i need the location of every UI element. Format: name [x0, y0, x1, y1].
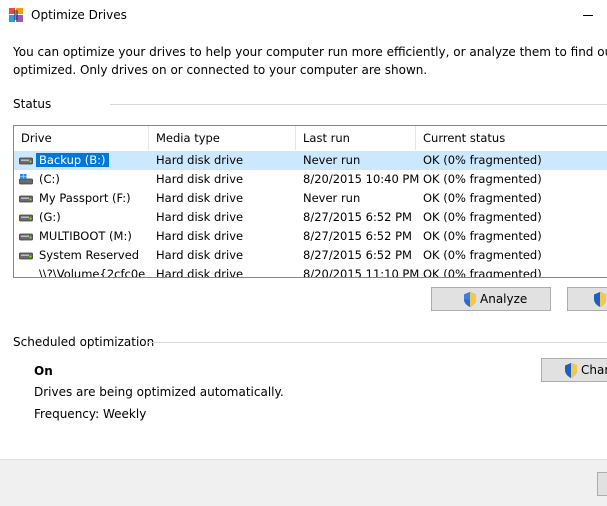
drive-current-status: OK (0% fragmented): [423, 229, 542, 243]
drive-row-system-reserved[interactable]: System Reserved Hard disk drive 8/27/201…: [14, 246, 607, 265]
drive-last-run: Never run: [303, 153, 361, 167]
drive-row-my-passport[interactable]: My Passport (F:) Hard disk drive Never r…: [14, 189, 607, 208]
column-header-last-run[interactable]: Last run: [296, 126, 416, 150]
hard-drive-icon: [19, 195, 33, 203]
hard-drive-icon: [19, 252, 33, 260]
status-label: Status: [13, 97, 52, 111]
intro-line-2: optimized. Only drives on or connected t…: [13, 63, 428, 77]
drive-media-type: Hard disk drive: [156, 172, 244, 186]
intro-text: You can optimize your drives to help you…: [13, 43, 607, 79]
drive-media-type: Hard disk drive: [156, 210, 244, 224]
hard-drive-icon: [19, 233, 33, 241]
drive-current-status: OK (0% fragmented): [423, 267, 542, 278]
drive-name: (G:): [39, 210, 61, 224]
scheduled-optimization-label: Scheduled optimization: [13, 335, 155, 349]
drive-name: (C:): [39, 172, 60, 186]
drive-name: \\?\Volume{2cfc0e: [39, 267, 146, 278]
hard-drive-icon: [19, 157, 33, 165]
uac-shield-icon: [594, 292, 606, 307]
drive-media-type: Hard disk drive: [156, 267, 244, 278]
drive-last-run: 8/27/2015 6:52 PM: [303, 229, 412, 243]
drive-current-status: OK (0% fragmented): [423, 153, 542, 167]
drive-name: MULTIBOOT (M:): [39, 229, 132, 243]
column-header-current-status[interactable]: Current status: [416, 126, 607, 150]
drive-last-run: Never run: [303, 191, 361, 205]
uac-shield-icon: [565, 363, 577, 378]
analyze-button[interactable]: Analyze: [431, 287, 551, 311]
drive-media-type: Hard disk drive: [156, 248, 244, 262]
window-title: Optimize Drives: [31, 8, 127, 22]
drive-list-header: Drive Media type Last run Current status: [14, 126, 607, 150]
drive-last-run: 8/27/2015 6:52 PM: [303, 210, 412, 224]
drive-current-status: OK (0% fragmented): [423, 172, 542, 186]
uac-shield-icon: [464, 292, 476, 307]
change-settings-label: Chan: [581, 363, 607, 377]
drive-current-status: OK (0% fragmented): [423, 191, 542, 205]
column-header-media-type[interactable]: Media type: [149, 126, 296, 150]
drive-media-type: Hard disk drive: [156, 229, 244, 243]
drive-row-volume[interactable]: \\?\Volume{2cfc0e Hard disk drive 8/20/2…: [14, 265, 607, 278]
drive-row-backup[interactable]: Backup (B:) Hard disk drive Never run OK…: [14, 151, 607, 170]
drive-list[interactable]: Drive Media type Last run Current status…: [13, 125, 607, 278]
optimize-drives-window: Optimize Drives You can optimize your dr…: [0, 0, 607, 506]
drive-media-type: Hard disk drive: [156, 153, 244, 167]
drive-row-multiboot[interactable]: MULTIBOOT (M:) Hard disk drive 8/27/2015…: [14, 227, 607, 246]
minimize-icon: [583, 15, 593, 16]
drive-name: System Reserved: [39, 248, 140, 262]
drive-current-status: OK (0% fragmented): [423, 210, 542, 224]
drive-name: Backup (B:): [36, 153, 109, 167]
status-divider: [110, 104, 607, 105]
drive-row-g[interactable]: (G:) Hard disk drive 8/27/2015 6:52 PM O…: [14, 208, 607, 227]
drive-current-status: OK (0% fragmented): [423, 248, 542, 262]
drive-name: My Passport (F:): [39, 191, 131, 205]
drive-last-run: 8/20/2015 11:10 PM: [303, 267, 420, 278]
intro-line-1: You can optimize your drives to help you…: [13, 45, 607, 59]
drive-media-type: Hard disk drive: [156, 191, 244, 205]
drive-last-run: 8/20/2015 10:40 PM: [303, 172, 420, 186]
minimize-button[interactable]: [575, 0, 607, 32]
windows-drive-icon: [19, 174, 33, 185]
schedule-description: Drives are being optimized automatically…: [34, 385, 284, 399]
dialog-footer: [0, 459, 607, 506]
schedule-state: On: [34, 364, 53, 378]
column-header-drive[interactable]: Drive: [14, 126, 149, 150]
hard-drive-icon: [19, 214, 33, 222]
analyze-button-label: Analyze: [480, 292, 528, 306]
drive-row-c[interactable]: (C:) Hard disk drive 8/20/2015 10:40 PM …: [14, 170, 607, 189]
optimize-button[interactable]: [567, 287, 607, 311]
schedule-frequency: Frequency: Weekly: [34, 407, 147, 421]
defrag-app-icon: [9, 8, 23, 22]
title-bar: Optimize Drives: [0, 0, 607, 32]
drive-last-run: 8/27/2015 6:52 PM: [303, 248, 412, 262]
close-button[interactable]: [597, 472, 607, 496]
scheduled-divider: [148, 342, 607, 343]
change-settings-button[interactable]: Chan: [541, 358, 607, 382]
